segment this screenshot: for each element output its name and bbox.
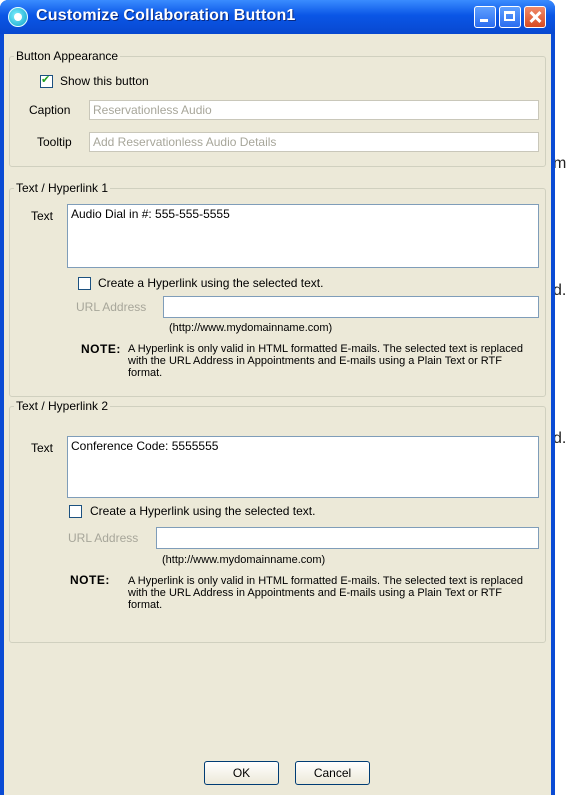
tooltip-input[interactable]: Add Reservationless Audio Details xyxy=(89,132,539,152)
customize-dialog: Customize Collaboration Button1 Button A… xyxy=(0,0,555,795)
dialog-body: Button Appearance Show this button Capti… xyxy=(4,34,551,795)
close-button[interactable] xyxy=(524,6,546,28)
create-hyperlink1-label: Create a Hyperlink using the selected te… xyxy=(98,276,324,290)
create-hyperlink2-label: Create a Hyperlink using the selected te… xyxy=(90,504,316,518)
maximize-button[interactable] xyxy=(499,6,521,28)
url1-example: (http://www.mydomainname.com) xyxy=(169,322,333,334)
caption-input[interactable]: Reservationless Audio xyxy=(89,100,539,120)
group-legend: Text / Hyperlink 1 xyxy=(16,181,109,195)
text2-label: Text xyxy=(31,441,54,455)
note1-text: A Hyperlink is only valid in HTML format… xyxy=(128,343,523,379)
url2-input[interactable] xyxy=(156,527,539,549)
caption-label: Caption xyxy=(29,103,71,117)
url2-example: (http://www.mydomainname.com) xyxy=(162,554,326,566)
group-legend: Button Appearance xyxy=(16,49,119,63)
minimize-button[interactable] xyxy=(474,6,496,28)
cancel-button[interactable]: Cancel xyxy=(295,761,370,785)
show-button-label: Show this button xyxy=(60,74,149,88)
show-button-checkbox[interactable] xyxy=(40,73,53,88)
app-icon xyxy=(8,7,28,27)
text1-label: Text xyxy=(31,209,54,223)
text2-textarea[interactable]: Conference Code: 5555555 xyxy=(67,436,539,498)
note1-title: NOTE: xyxy=(81,342,121,356)
url1-input[interactable] xyxy=(163,296,539,318)
url2-label: URL Address xyxy=(68,531,139,545)
ok-button[interactable]: OK xyxy=(204,761,279,785)
create-hyperlink1-checkbox[interactable] xyxy=(78,277,91,290)
url1-label: URL Address xyxy=(76,300,147,314)
text1-textarea[interactable]: Audio Dial in #: 555-555-5555 xyxy=(67,204,539,268)
create-hyperlink2-checkbox[interactable] xyxy=(69,505,82,518)
group-legend: Text / Hyperlink 2 xyxy=(16,399,109,413)
title-bar[interactable]: Customize Collaboration Button1 xyxy=(0,0,555,34)
window-title: Customize Collaboration Button1 xyxy=(36,7,296,24)
note2-title: NOTE: xyxy=(70,573,110,587)
tooltip-label: Tooltip xyxy=(37,135,72,149)
note2-text: A Hyperlink is only valid in HTML format… xyxy=(128,575,523,611)
